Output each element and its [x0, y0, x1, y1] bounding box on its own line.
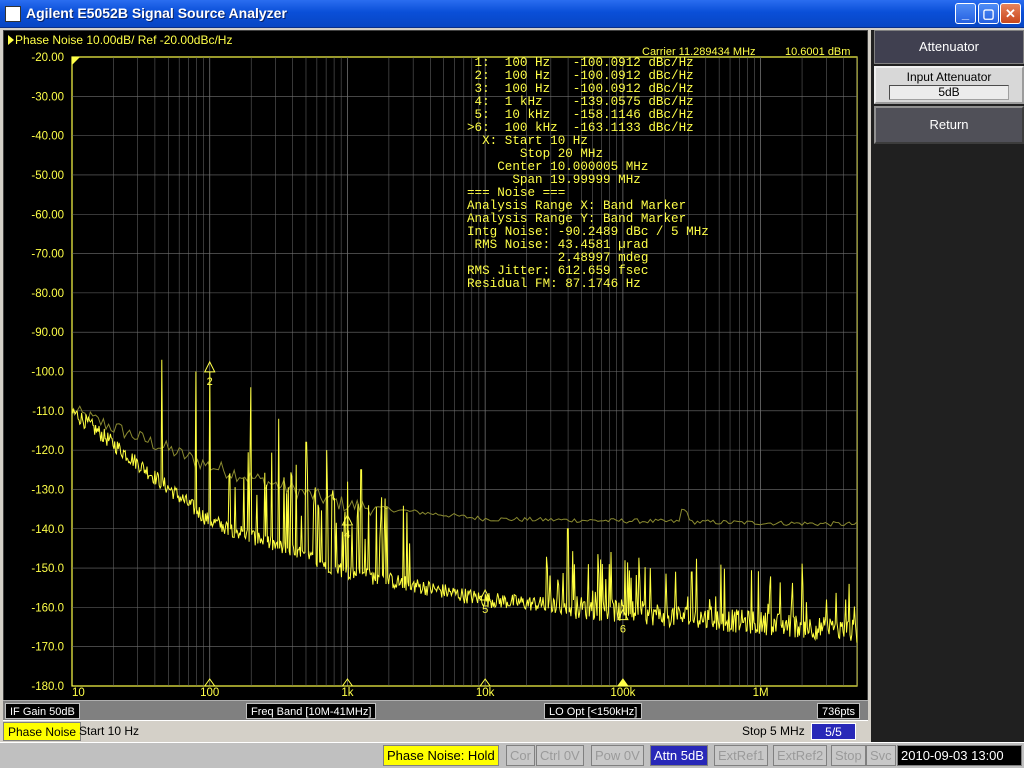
service-status: Svc [866, 745, 896, 766]
marker-readout: 1: 100 Hz -100.0912 dBc/Hz 2: 100 Hz -10… [467, 57, 709, 291]
y-tick-label: -170.0 [31, 642, 64, 654]
trace-status: Phase Noise [3, 722, 82, 741]
stop-status: Stop [831, 745, 866, 766]
y-tick-label: -70.00 [31, 249, 64, 261]
y-tick-label: -100.0 [31, 367, 64, 379]
title-bar: Agilent E5052B Signal Source Analyzer _ … [0, 0, 1024, 28]
power-voltage-status: Pow 0V [591, 745, 644, 766]
stop-frequency[interactable]: Stop 5 MHz [742, 724, 805, 738]
input-attenuator-value[interactable]: 5dB [889, 85, 1009, 100]
y-tick-label: -40.00 [31, 131, 64, 143]
phase-noise-plot[interactable]: Phase Noise 10.00dB/ Ref -20.00dBc/HzCar… [4, 31, 869, 701]
return-softkey[interactable]: Return [874, 106, 1024, 144]
y-tick-label: -60.00 [31, 209, 64, 221]
y-tick-label: -180.0 [31, 681, 64, 693]
band-marker-icon [616, 678, 629, 687]
freq-band-info: Freq Band [10M-41MHz] [246, 703, 377, 719]
ref-level-icon [72, 57, 80, 65]
date-time: 2010-09-03 13:00 [897, 745, 1022, 766]
page-indicator: 5/5 [811, 723, 856, 740]
control-voltage-status: Ctrl 0V [536, 745, 584, 766]
close-button[interactable]: ✕ [1000, 3, 1021, 24]
scope-icon [5, 6, 21, 22]
x-tick-label: 10 [72, 687, 85, 699]
trace-active-icon [8, 35, 14, 45]
marker-label: 5 [482, 604, 488, 616]
marker-label: 6 [620, 624, 626, 636]
softkey-panel: Attenuator Input Attenuator 5dB Return [871, 30, 1024, 742]
y-tick-label: -30.00 [31, 91, 64, 103]
y-tick-label: -20.00 [31, 52, 64, 64]
trace-header: Phase Noise 10.00dB/ Ref -20.00dBc/Hz [15, 33, 232, 47]
info-bar: IF Gain 50dB Freq Band [10M-41MHz] LO Op… [3, 700, 868, 720]
y-tick-label: -140.0 [31, 524, 64, 536]
maximize-button[interactable]: ▢ [978, 3, 999, 24]
y-tick-label: -90.00 [31, 327, 64, 339]
y-tick-label: -80.00 [31, 288, 64, 300]
marker-label: 2 [207, 376, 213, 388]
y-tick-label: -110.0 [32, 406, 64, 418]
softkey-menu-title: Attenuator [874, 30, 1024, 64]
x-tick-label: 100 [200, 687, 219, 699]
marker-readout-line: Residual FM: 87.1746 Hz [467, 277, 641, 291]
points-info: 736pts [817, 703, 861, 719]
status-bar: Phase Noise: Hold Cor Ctrl 0V Pow 0V Att… [0, 742, 1024, 768]
trace-display[interactable]: Phase Noise 10.00dB/ Ref -20.00dBc/Hz Car… [3, 30, 868, 720]
correction-status: Cor [506, 745, 535, 766]
marker-label: 4 [344, 529, 350, 541]
input-attenuator-label: Input Attenuator [906, 70, 992, 84]
x-tick-label: 10k [476, 687, 495, 699]
y-tick-label: -130.0 [31, 484, 64, 496]
x-tick-label: 1k [341, 687, 353, 699]
start-frequency[interactable]: Start 10 Hz [79, 724, 139, 738]
measurement-mode-status: Phase Noise: Hold [383, 745, 499, 766]
attenuation-status: Attn 5dB [650, 745, 708, 766]
input-attenuator-softkey[interactable]: Input Attenuator 5dB [874, 66, 1024, 104]
x-tick-label: 100k [610, 687, 635, 699]
extref1-status: ExtRef1 [714, 745, 769, 766]
if-gain-info: IF Gain 50dB [5, 703, 80, 719]
y-tick-label: -150.0 [31, 563, 64, 575]
lo-opt-info: LO Opt [<150kHz] [544, 703, 643, 719]
carrier-level: 10.6001 dBm [785, 46, 850, 58]
sweep-bar: Phase Noise Start 10 Hz Stop 5 MHz 5/5 [3, 720, 868, 741]
minimize-button[interactable]: _ [955, 3, 976, 24]
x-tick-label: 1M [753, 687, 769, 699]
y-tick-label: -160.0 [31, 602, 64, 614]
y-tick-label: -120.0 [31, 445, 64, 457]
window-title: Agilent E5052B Signal Source Analyzer [26, 5, 287, 21]
extref2-status: ExtRef2 [773, 745, 828, 766]
y-tick-label: -50.00 [31, 170, 64, 182]
